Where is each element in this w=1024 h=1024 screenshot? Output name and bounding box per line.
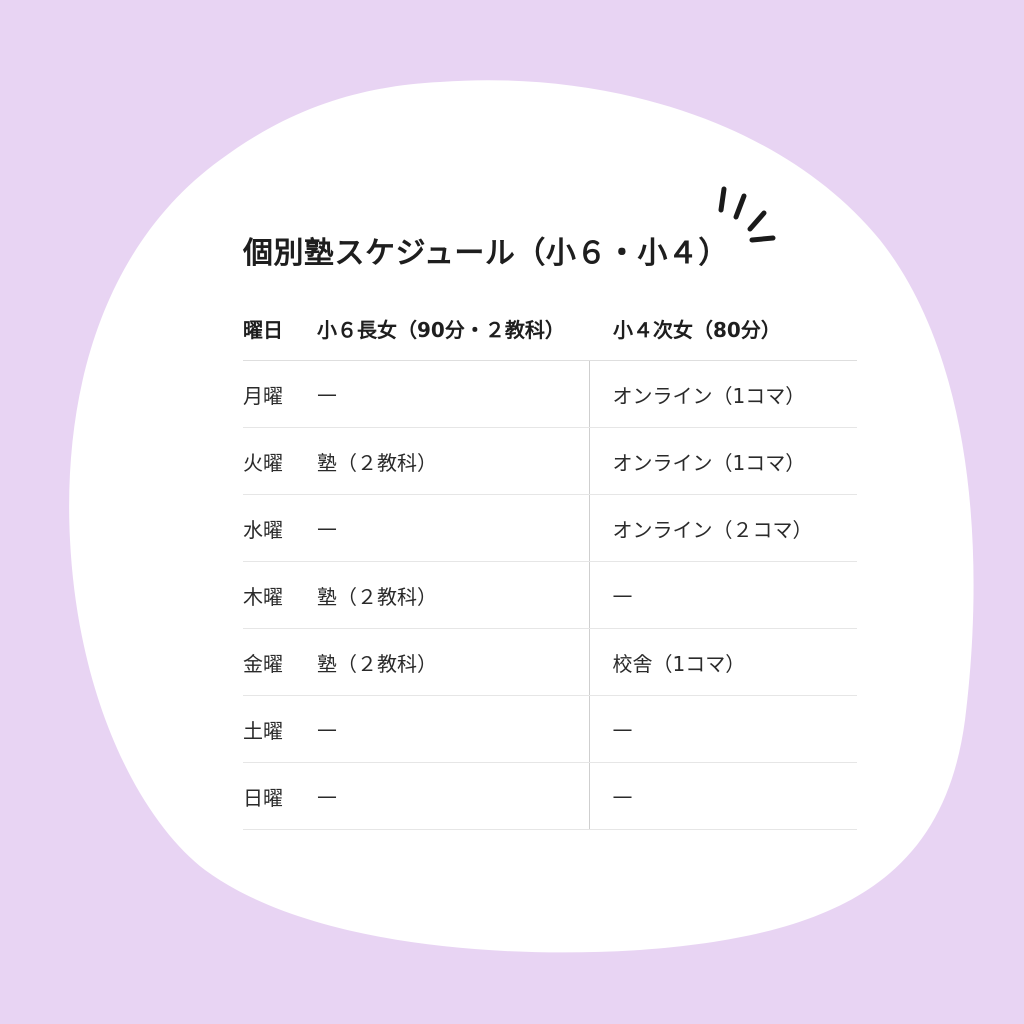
table-row: 木曜 塾（２教科） —	[243, 561, 857, 629]
day-cell: 土曜	[243, 695, 317, 763]
elder-cell: —	[317, 695, 589, 763]
day-cell: 日曜	[243, 762, 317, 830]
day-cell: 月曜	[243, 360, 317, 428]
elder-cell: 塾（２教科）	[317, 628, 589, 696]
younger-cell: 校舎（1コマ）	[588, 628, 857, 696]
table-row: 金曜 塾（２教科） 校舎（1コマ）	[243, 628, 857, 696]
table-row: 火曜 塾（２教科） オンライン（1コマ）	[243, 427, 857, 495]
younger-cell: —	[588, 695, 857, 763]
page-title: 個別塾スケジュール（小６・小４）	[243, 236, 729, 271]
younger-cell: オンライン（1コマ）	[588, 360, 857, 428]
table-row: 月曜 — オンライン（1コマ）	[243, 360, 857, 428]
younger-cell: オンライン（1コマ）	[588, 427, 857, 495]
younger-cell: オンライン（２コマ）	[588, 494, 857, 562]
younger-cell: —	[588, 762, 857, 830]
elder-cell: 塾（２教科）	[317, 427, 589, 495]
younger-cell: —	[588, 561, 857, 629]
header-elder-daughter: 小６長女（90分・２教科）	[317, 296, 589, 361]
elder-cell: —	[317, 762, 589, 830]
header-younger-daughter: 小４次女（80分）	[589, 296, 857, 361]
day-cell: 木曜	[243, 561, 317, 629]
day-cell: 水曜	[243, 494, 317, 562]
table-header-row: 曜日 小６長女（90分・２教科） 小４次女（80分）	[243, 296, 857, 361]
table-row: 日曜 — —	[243, 762, 857, 830]
header-day: 曜日	[243, 296, 317, 361]
day-cell: 金曜	[243, 628, 317, 696]
elder-cell: 塾（２教科）	[317, 561, 589, 629]
table-row: 水曜 — オンライン（２コマ）	[243, 494, 857, 562]
schedule-table: 曜日 小６長女（90分・２教科） 小４次女（80分） 月曜 — オンライン（1コ…	[243, 296, 857, 830]
elder-cell: —	[317, 360, 589, 428]
table-row: 土曜 — —	[243, 695, 857, 763]
day-cell: 火曜	[243, 427, 317, 495]
elder-cell: —	[317, 494, 589, 562]
